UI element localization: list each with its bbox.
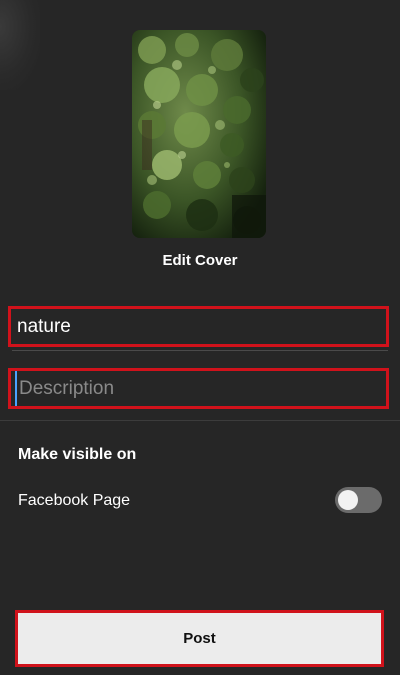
post-button-container: Post — [15, 610, 384, 667]
top-edge-shade — [0, 0, 40, 90]
post-button[interactable]: Post — [18, 613, 381, 664]
section-divider — [0, 420, 400, 421]
toggle-knob — [338, 490, 358, 510]
edit-cover-button[interactable]: Edit Cover — [0, 252, 400, 269]
make-visible-heading: Make visible on — [18, 446, 137, 463]
title-input[interactable] — [11, 309, 386, 344]
description-input[interactable] — [15, 371, 386, 406]
title-field[interactable] — [8, 306, 389, 347]
cover-thumbnail[interactable] — [132, 30, 266, 238]
facebook-page-toggle[interactable] — [335, 487, 382, 513]
facebook-page-label: Facebook Page — [18, 492, 131, 509]
title-underline — [12, 350, 388, 351]
cover-image-foliage — [132, 30, 266, 238]
edit-post-screen: Edit Cover Make visible on Facebook Page… — [0, 0, 400, 675]
description-field[interactable] — [8, 368, 389, 409]
